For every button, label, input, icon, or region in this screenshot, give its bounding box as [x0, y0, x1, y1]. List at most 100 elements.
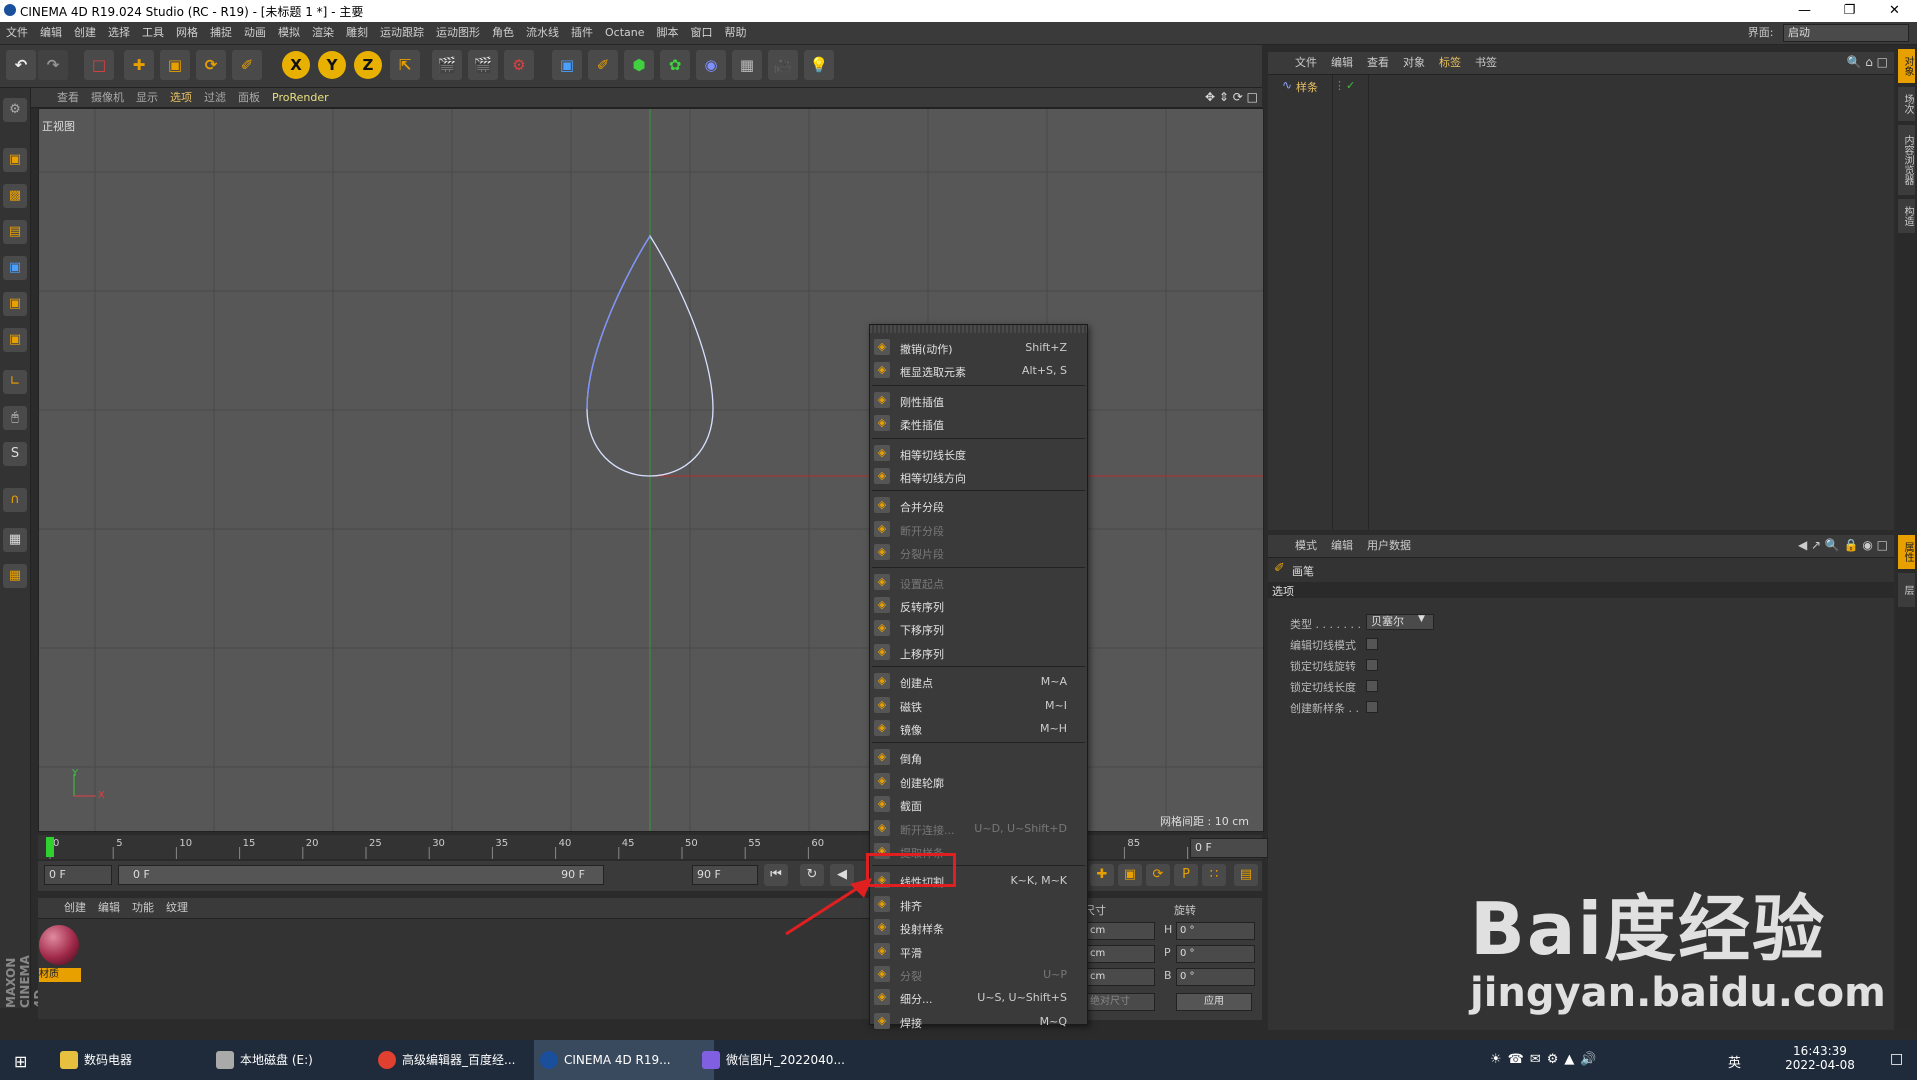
cloner-icon[interactable]: ✿ — [660, 50, 690, 80]
param-key-icon[interactable]: P — [1174, 864, 1198, 886]
am-nav-icons[interactable]: ◀ ↗ 🔍 🔒 ◉ □ — [1798, 538, 1888, 552]
size-z-field[interactable]: cm — [1086, 968, 1155, 986]
menu-plugins[interactable]: 插件 — [565, 22, 599, 44]
menu-sculpt[interactable]: 雕刻 — [340, 22, 374, 44]
floor-icon[interactable]: ▦ — [732, 50, 762, 80]
menu-snap[interactable]: 捕捉 — [204, 22, 238, 44]
render-settings-icon[interactable]: ⚙ — [504, 50, 534, 80]
pen-tool-icon[interactable]: ✐ — [232, 50, 262, 80]
om-menu-view[interactable]: 查看 — [1360, 52, 1396, 74]
menu-script[interactable]: 脚本 — [651, 22, 685, 44]
am-menu-mode[interactable]: 模式 — [1288, 535, 1324, 557]
am-menu-edit[interactable]: 编辑 — [1324, 535, 1360, 557]
object-name[interactable]: 样条 — [1296, 79, 1318, 95]
edges-mode-icon[interactable]: ▣ — [3, 292, 27, 316]
om-menu-tags[interactable]: 标签 — [1432, 52, 1468, 74]
context-menu-item[interactable]: ◈ 投射样条 — [870, 916, 1087, 939]
lock-tangent-length-checkbox[interactable] — [1366, 680, 1378, 692]
x-axis-icon[interactable]: X — [282, 51, 310, 79]
menu-create[interactable]: 创建 — [68, 22, 102, 44]
spline-pen-icon[interactable]: ✐ — [588, 50, 618, 80]
menu-simulate[interactable]: 模拟 — [272, 22, 306, 44]
notification-icon[interactable]: □ — [1890, 1051, 1903, 1067]
undo-icon[interactable]: ↶ — [6, 50, 36, 80]
lock-tangent-rotation-checkbox[interactable] — [1366, 659, 1378, 671]
timeline-window-icon[interactable]: ▤ — [1234, 864, 1258, 886]
coordinate-system-icon[interactable]: ⇱ — [390, 50, 420, 80]
om-menu-file[interactable]: 文件 — [1288, 52, 1324, 74]
material-menu-create[interactable]: 创建 — [58, 898, 92, 918]
polygons-mode-icon[interactable]: ▣ — [3, 328, 27, 352]
live-selection-icon[interactable]: □ — [84, 50, 114, 80]
context-menu-item[interactable]: ◈ 刚性插值 — [870, 389, 1087, 412]
context-menu-item[interactable]: ◈ 镜像 M~H — [870, 717, 1087, 740]
visibility-dots-icon[interactable]: ⋮ — [1334, 79, 1345, 92]
render-picture-viewer-icon[interactable]: 🎬 — [468, 50, 498, 80]
rotate-key-icon[interactable]: ⟳ — [1146, 864, 1170, 886]
close-icon[interactable]: ✕ — [1872, 0, 1917, 22]
menu-pipeline[interactable]: 流水线 — [520, 22, 565, 44]
tab-content-browser[interactable]: 内容浏览器 — [1898, 125, 1915, 195]
rot-h-field[interactable]: 0 ° — [1176, 922, 1255, 940]
material-menu-function[interactable]: 功能 — [126, 898, 160, 918]
task-local-disk[interactable]: 本地磁盘 (E:) — [210, 1040, 390, 1080]
context-menu-item[interactable]: ◈ 倒角 — [870, 746, 1087, 769]
viewport-menu-view[interactable]: 查看 — [51, 88, 85, 107]
point-level-icon[interactable]: ∷ — [1202, 864, 1226, 886]
viewport-nav-icons[interactable]: ✥ ⇕ ⟳ □ — [1205, 90, 1258, 104]
rot-p-field[interactable]: 0 ° — [1176, 945, 1255, 963]
cube-icon[interactable]: ▣ — [552, 50, 582, 80]
context-menu-item[interactable]: ◈ 上移序列 — [870, 641, 1087, 664]
menu-select[interactable]: 选择 — [102, 22, 136, 44]
context-menu-item[interactable]: ◈ 磁铁 M~I — [870, 694, 1087, 717]
deformer-icon[interactable]: ◉ — [696, 50, 726, 80]
menu-tear-off-grip[interactable] — [870, 325, 1087, 333]
om-search-home-icons[interactable]: 🔍 ⌂ □ — [1846, 55, 1888, 69]
context-menu-item[interactable]: ◈ 排齐 — [870, 893, 1087, 916]
scale-key-icon[interactable]: ▣ — [1118, 864, 1142, 886]
material-menu-edit[interactable]: 编辑 — [92, 898, 126, 918]
move-key-icon[interactable]: ✚ — [1090, 864, 1114, 886]
create-new-spline-checkbox[interactable] — [1366, 701, 1378, 713]
axis-mode-icon[interactable]: ∟ — [3, 370, 27, 394]
menu-motion-tracking[interactable]: 运动跟踪 — [374, 22, 430, 44]
menu-mesh[interactable]: 网格 — [170, 22, 204, 44]
tab-structure[interactable]: 构造 — [1898, 199, 1915, 233]
context-menu-item[interactable]: ◈ 柔性插值 — [870, 412, 1087, 435]
menu-tools[interactable]: 工具 — [136, 22, 170, 44]
render-view-icon[interactable]: 🎬 — [432, 50, 462, 80]
menu-mograph[interactable]: 运动图形 — [430, 22, 486, 44]
move-icon[interactable]: ✚ — [124, 50, 154, 80]
material-menu-texture[interactable]: 纹理 — [160, 898, 194, 918]
context-menu-item[interactable]: ◈ 截面 — [870, 793, 1087, 816]
context-menu-item[interactable]: ◈ 反转序列 — [870, 594, 1087, 617]
apply-button[interactable]: 应用 — [1176, 993, 1252, 1011]
size-x-field[interactable]: cm — [1086, 922, 1155, 940]
start-frame-field[interactable]: 0 F — [44, 865, 112, 885]
context-menu-item[interactable]: ◈ 下移序列 — [870, 617, 1087, 640]
tweak-mode-icon[interactable]: 🖰 — [3, 406, 27, 430]
context-menu-item[interactable]: ◈ 细分... U~S, U~Shift+S — [870, 986, 1087, 1009]
tray-icons[interactable]: ☀☎✉⚙▲🔊 — [1490, 1052, 1603, 1067]
points-mode-icon[interactable]: ▣ — [3, 256, 27, 280]
maximize-icon[interactable]: ❐ — [1827, 0, 1872, 22]
viewport-menu-panel[interactable]: 面板 — [232, 88, 266, 107]
minimize-icon[interactable]: — — [1782, 0, 1827, 22]
om-menu-objects[interactable]: 对象 — [1396, 52, 1432, 74]
tab-objects[interactable]: 对象 — [1898, 49, 1915, 83]
task-folder-digital[interactable]: 数码电器 — [54, 1040, 234, 1080]
subdivision-surface-icon[interactable]: ⬢ — [624, 50, 654, 80]
task-cinema4d[interactable]: CINEMA 4D R19... — [534, 1040, 714, 1080]
material-preview[interactable] — [39, 925, 79, 965]
context-menu-item[interactable]: ◈ 框显选取元素 Alt+S, S — [870, 359, 1087, 382]
windows-start-icon[interactable]: ⊞ — [14, 1052, 27, 1071]
menu-help[interactable]: 帮助 — [719, 22, 753, 44]
viewport-menu-filter[interactable]: 过滤 — [198, 88, 232, 107]
menu-character[interactable]: 角色 — [486, 22, 520, 44]
task-wechat-image[interactable]: 微信图片_2022040... — [696, 1040, 876, 1080]
workplane-mode-icon[interactable]: ▤ — [3, 220, 27, 244]
range-slider[interactable]: 0 F 90 F — [118, 865, 604, 885]
options-tab[interactable]: 选项 — [1268, 582, 1894, 598]
workplane-lock-icon[interactable]: ▦ — [3, 528, 27, 552]
om-menu-edit[interactable]: 编辑 — [1324, 52, 1360, 74]
